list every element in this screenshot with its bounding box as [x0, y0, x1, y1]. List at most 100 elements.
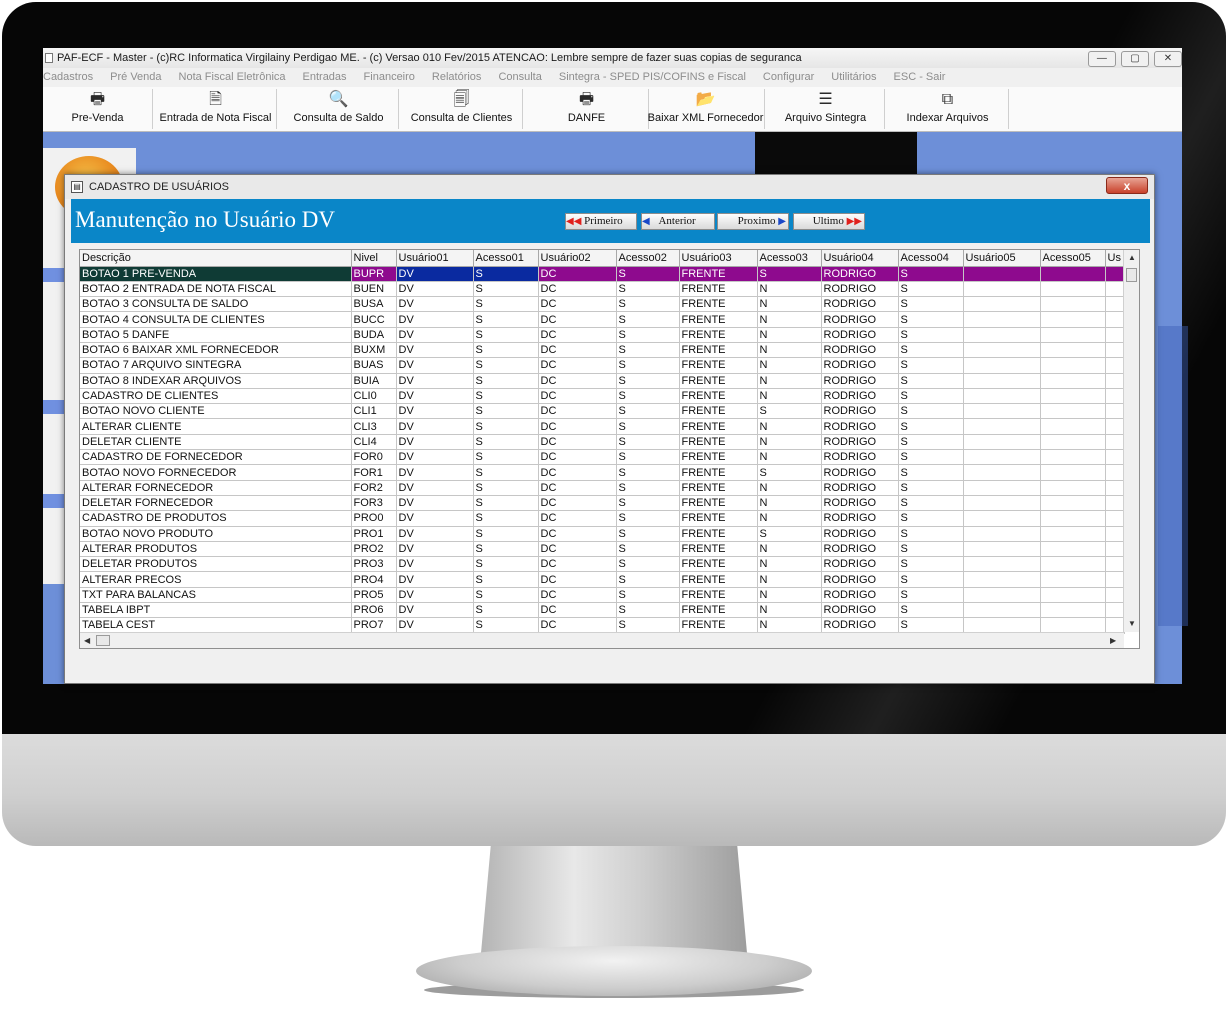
table-cell[interactable]: S	[898, 464, 964, 481]
table-cell[interactable]: FRENTE	[679, 587, 758, 604]
table-cell[interactable]: S	[898, 571, 964, 588]
table-row[interactable]: BOTAO 5 DANFE BUDA DV S DC S FRENTE N RODRIGO S	[80, 327, 1125, 343]
table-cell[interactable]: N	[757, 571, 822, 588]
table-cell[interactable]	[1105, 281, 1125, 298]
toolbar-button[interactable]: 🗐 Consulta de Clientes	[401, 89, 523, 129]
menu-item[interactable]: Entradas	[303, 68, 347, 87]
previous-button[interactable]: ◀ Anterior	[641, 213, 715, 230]
table-cell[interactable]: S	[898, 495, 964, 512]
table-row[interactable]: CADASTRO DE FORNECEDOR FOR0 DV S DC S FRENTE N R…	[80, 449, 1125, 466]
minimize-button[interactable]: —	[1087, 51, 1116, 67]
table-cell[interactable]: FOR1	[351, 464, 397, 481]
table-cell[interactable]: S	[898, 434, 964, 451]
table-cell[interactable]: S	[898, 602, 964, 619]
table-cell[interactable]: DV	[396, 541, 474, 558]
table-cell[interactable]: BOTAO 5 DANFE	[80, 327, 352, 343]
table-row[interactable]: DELETAR PRODUTOS PRO3 DV S DC S FRENTE N RODRIGO…	[80, 556, 1125, 573]
table-cell[interactable]: DELETAR FORNECEDOR	[80, 495, 352, 512]
table-cell[interactable]: PRO7	[351, 617, 397, 634]
table-cell[interactable]: DC	[538, 464, 617, 481]
table-cell[interactable]: S	[616, 587, 680, 604]
table-cell[interactable]: S	[898, 510, 964, 527]
table-cell[interactable]	[1105, 602, 1125, 619]
table-cell[interactable]: N	[757, 556, 822, 573]
table-cell[interactable]: DC	[538, 526, 617, 542]
table-cell[interactable]: S	[473, 311, 539, 328]
table-cell[interactable]: TABELA CEST	[80, 617, 352, 634]
column-header[interactable]: Usuário03	[679, 250, 758, 267]
table-cell[interactable]: DC	[538, 617, 617, 634]
table-cell[interactable]: BUSA	[351, 296, 397, 313]
table-cell[interactable]: FRENTE	[679, 311, 758, 328]
table-cell[interactable]: S	[616, 434, 680, 451]
table-cell[interactable]: DC	[538, 495, 617, 512]
column-header[interactable]: Acesso01	[473, 250, 539, 267]
table-cell[interactable]	[1040, 587, 1106, 604]
table-cell[interactable]: DV	[396, 281, 474, 298]
table-cell[interactable]: BUCC	[351, 311, 397, 328]
table-cell[interactable]: FRENTE	[679, 602, 758, 619]
table-cell[interactable]: FRENTE	[679, 403, 758, 420]
column-header[interactable]: Us	[1105, 250, 1125, 267]
table-cell[interactable]: TXT PARA BALANCAS	[80, 587, 352, 604]
table-cell[interactable]: DELETAR CLIENTE	[80, 434, 352, 451]
table-cell[interactable]: FOR2	[351, 480, 397, 496]
table-cell[interactable]: RODRIGO	[821, 327, 899, 343]
table-cell[interactable]: DC	[538, 311, 617, 328]
table-cell[interactable]: S	[898, 587, 964, 604]
column-header[interactable]: Nivel	[351, 250, 397, 267]
menu-item[interactable]: Financeiro	[364, 68, 415, 87]
table-cell[interactable]: DC	[538, 418, 617, 435]
table-cell[interactable]	[963, 510, 1041, 527]
table-cell[interactable]: S	[898, 480, 964, 496]
table-cell[interactable]	[1105, 296, 1125, 313]
table-cell[interactable]: DC	[538, 556, 617, 573]
table-cell[interactable]: S	[898, 342, 964, 359]
table-row[interactable]: BOTAO NOVO CLIENTE CLI1 DV S DC S FRENTE S RODRI…	[80, 403, 1125, 420]
table-cell[interactable]: BOTAO 8 INDEXAR ARQUIVOS	[80, 373, 352, 389]
table-cell[interactable]: DC	[538, 296, 617, 313]
toolbar-button[interactable]: 🖶 Pre-Venda	[43, 89, 153, 129]
table-cell[interactable]: FOR0	[351, 449, 397, 466]
table-cell[interactable]: DV	[396, 311, 474, 328]
table-cell[interactable]: BUDA	[351, 327, 397, 343]
table-cell[interactable]	[1040, 357, 1106, 374]
table-cell[interactable]: CLI4	[351, 434, 397, 451]
table-cell[interactable]: DC	[538, 602, 617, 619]
table-cell[interactable]	[1040, 281, 1106, 298]
table-cell[interactable]: S	[473, 587, 539, 604]
table-cell[interactable]: ALTERAR CLIENTE	[80, 418, 352, 435]
table-cell[interactable]: DV	[396, 403, 474, 420]
table-cell[interactable]: DC	[538, 403, 617, 420]
table-cell[interactable]: RODRIGO	[821, 449, 899, 466]
column-header[interactable]: Usuário02	[538, 250, 617, 267]
scroll-left-icon[interactable]: ◀	[84, 636, 90, 645]
table-cell[interactable]: S	[473, 296, 539, 313]
table-cell[interactable]: FRENTE	[679, 296, 758, 313]
scroll-up-icon[interactable]: ▲	[1128, 253, 1136, 262]
table-cell[interactable]: CADASTRO DE PRODUTOS	[80, 510, 352, 527]
table-cell[interactable]: RODRIGO	[821, 403, 899, 420]
table-cell[interactable]: RODRIGO	[821, 495, 899, 512]
menu-item[interactable]: Relatórios	[432, 68, 482, 87]
table-cell[interactable]	[1105, 617, 1125, 634]
table-cell[interactable]: DC	[538, 373, 617, 389]
table-cell[interactable]: DV	[396, 266, 474, 282]
table-cell[interactable]: DC	[538, 388, 617, 405]
table-cell[interactable]: DV	[396, 357, 474, 374]
table-cell[interactable]: FRENTE	[679, 357, 758, 374]
table-cell[interactable]: S	[616, 571, 680, 588]
table-cell[interactable]: S	[898, 418, 964, 435]
table-cell[interactable]	[1040, 602, 1106, 619]
table-cell[interactable]	[963, 541, 1041, 558]
table-row[interactable]: CADASTRO DE CLIENTES CLI0 DV S DC S FRENTE N ROD…	[80, 388, 1125, 405]
table-cell[interactable]: DV	[396, 388, 474, 405]
table-cell[interactable]: S	[757, 403, 822, 420]
table-cell[interactable]: S	[473, 403, 539, 420]
table-cell[interactable]: PRO4	[351, 571, 397, 588]
table-cell[interactable]: N	[757, 342, 822, 359]
table-cell[interactable]: RODRIGO	[821, 296, 899, 313]
table-cell[interactable]: BUAS	[351, 357, 397, 374]
table-cell[interactable]: N	[757, 480, 822, 496]
table-cell[interactable]: DV	[396, 449, 474, 466]
